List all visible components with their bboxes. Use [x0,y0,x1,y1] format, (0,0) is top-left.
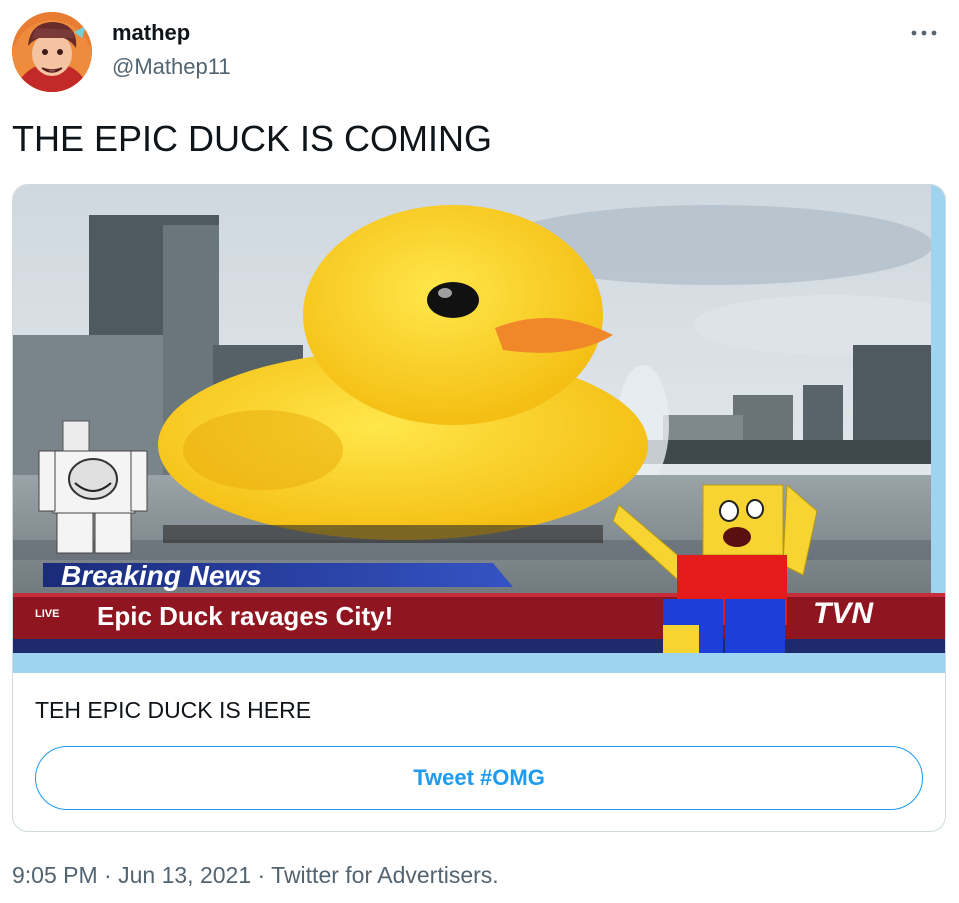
tweet-time[interactable]: 9:05 PM [12,862,98,888]
more-options-button[interactable] [907,18,941,48]
tweet-text: THE EPIC DUCK IS COMING [12,118,493,159]
network-logo: TVN [813,597,874,630]
avatar[interactable] [12,12,92,92]
card-title: TEH EPIC DUCK IS HERE [35,697,312,723]
user-handle[interactable]: @Mathep11 [112,54,231,80]
card-image[interactable]: Breaking News LIVE Epic Duck ravages Cit… [13,185,945,673]
avatar-image [12,12,92,92]
news-ticker: Epic Duck ravages City! [97,601,393,631]
more-horizontal-icon [911,30,937,36]
meta-separator: · [257,862,266,888]
tweet-omg-button[interactable]: Tweet #OMG [35,746,923,810]
meta-separator: · [104,862,112,888]
tweet-metadata: 9:05 PM · Jun 13, 2021 · Twitter for Adv… [12,862,499,889]
link-card[interactable]: Breaking News LIVE Epic Duck ravages Cit… [12,184,946,832]
display-name[interactable]: mathep [112,20,190,46]
breaking-news-banner: Breaking News [61,560,262,591]
tweet-source[interactable]: Twitter for Advertisers. [271,862,499,888]
tweet-date[interactable]: Jun 13, 2021 [118,862,251,888]
live-badge: LIVE [35,608,59,620]
